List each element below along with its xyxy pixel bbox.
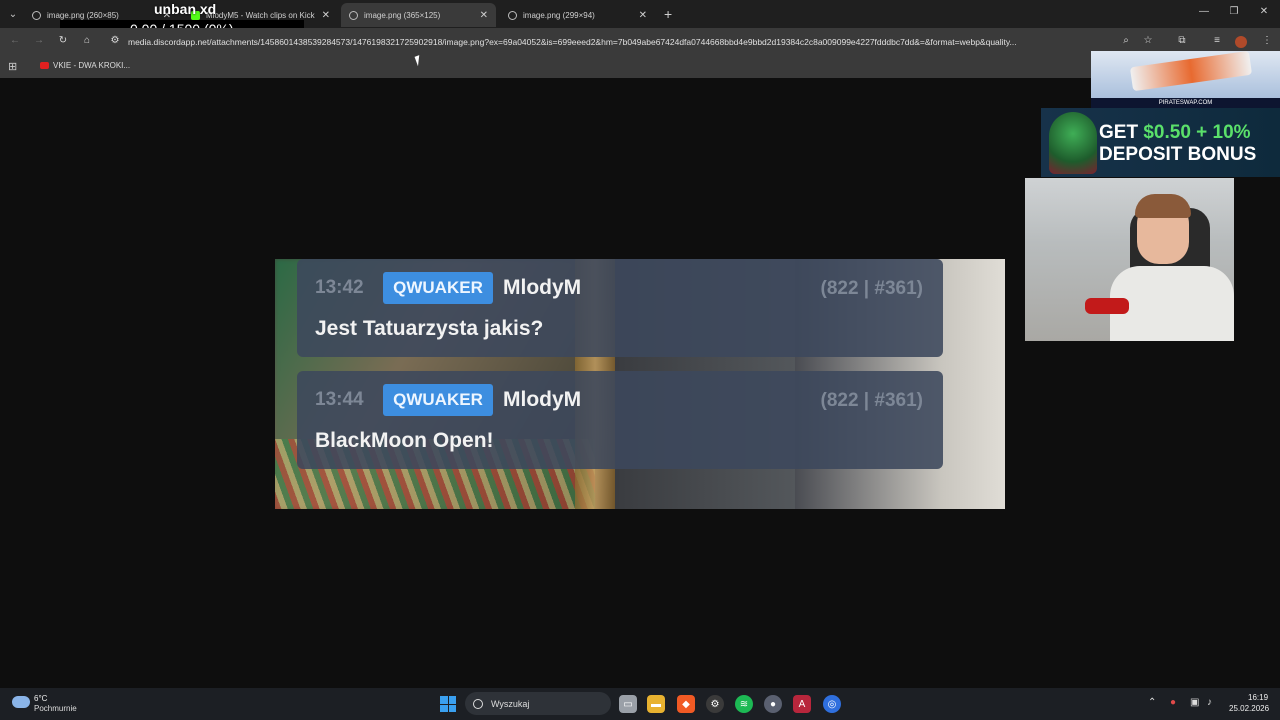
message-stat: (822 | #361) [820,278,924,299]
webcam-feed [1025,178,1234,341]
message-stat: (822 | #361) [820,390,924,411]
weather-desc[interactable]: Pochmurnie [34,704,77,713]
search-label: Wyszukaj [491,698,530,709]
microphone-icon[interactable]: ● [1170,697,1176,708]
chrome-icon[interactable]: ◎ [823,695,841,713]
close-icon[interactable]: ✕ [639,10,647,21]
message-time: 13:42 [315,277,364,298]
apps-grid-icon[interactable]: ⊞ [8,60,17,73]
app-a-icon[interactable]: A [793,695,811,713]
streamer-hair [1135,194,1191,218]
microphone [1085,298,1129,314]
ad-banner: GET $0.50 + 10% DEPOSIT BONUS [1041,108,1280,177]
taskbar-search[interactable]: Wyszukaj [465,692,611,715]
message-time: 13:44 [315,389,364,410]
bookmark-item[interactable]: VKIE - DWA KROKI... [53,61,130,70]
weapon-skin [1129,50,1253,92]
ad-line-2: DEPOSIT BONUS [1099,144,1257,165]
tab-image-365[interactable]: image.png (365×125) ✕ [341,3,496,27]
menu-icon[interactable]: ⋮ [1260,35,1274,46]
weather-temp[interactable]: 6°C [34,694,47,703]
media-control-icon[interactable]: ≡ [1210,35,1224,46]
brave-icon[interactable]: ◆ [677,695,695,713]
network-icon[interactable]: ▣ [1190,697,1199,708]
reload-icon[interactable]: ↻ [56,35,70,46]
tab-title: MlodyM5 - Watch clips on Kick [206,10,315,20]
extensions-icon[interactable]: ⧉ [1175,35,1189,46]
clock-time[interactable]: 16:19 [1248,693,1268,702]
restore-icon[interactable]: ❐ [1224,6,1244,17]
url-field[interactable]: media.discordapp.net/attachments/1458601… [128,37,1108,47]
message-text: BlackMoon Open! [315,429,494,452]
cloud-icon[interactable] [12,696,30,708]
task-view-icon[interactable]: ▭ [619,695,637,713]
message-username: MlodyM [503,276,582,299]
back-icon[interactable]: ← [8,35,22,46]
youtube-icon [40,62,49,69]
ad-amount: $0.50 + 10% [1143,122,1251,143]
home-icon[interactable]: ⌂ [80,35,94,46]
message-text: Jest Tatuarzysta jakis? [315,317,544,340]
displayed-image: 13:42 QWUAKER MlodyM (822 | #361) Jest T… [275,259,1005,509]
tab-title: image.png (260×85) [47,10,119,20]
ad-skin-image: PIRATESWAP.COM [1091,50,1280,108]
player-tag: QWUAKER [383,272,493,304]
minimize-icon[interactable]: — [1194,6,1214,17]
volume-icon[interactable]: ♪ [1207,697,1212,708]
tab-title: image.png (365×125) [364,10,441,20]
chat-message: 13:42 QWUAKER MlodyM (822 | #361) Jest T… [297,259,943,357]
tab-search-chevron-icon[interactable]: ⌄ [4,5,22,23]
obs-icon[interactable]: ● [764,695,782,713]
globe-icon [349,10,358,20]
close-icon[interactable]: ✕ [480,10,488,21]
forward-icon[interactable]: → [32,35,46,46]
ad-brand: PIRATESWAP.COM [1091,98,1280,108]
overlay-title: unban xd [154,1,217,17]
settings-gear-icon[interactable]: ⚙ [706,695,724,713]
globe-icon [508,10,517,20]
zoom-icon[interactable]: ⌕ [1119,35,1133,46]
close-icon[interactable]: ✕ [322,10,330,21]
tab-title: image.png (299×94) [523,10,595,20]
bookmarks-bar [0,56,1280,78]
search-icon [473,698,483,709]
taskbar [0,688,1280,720]
ad-line-1: GET $0.50 + 10% [1099,122,1251,144]
close-window-icon[interactable]: ✕ [1254,6,1274,17]
site-info-icon[interactable]: ⚙ [108,35,122,46]
chat-message: 13:44 QWUAKER MlodyM (822 | #361) BlackM… [297,371,943,469]
chevron-up-icon[interactable]: ⌃ [1148,697,1156,708]
globe-icon [32,10,41,20]
profile-avatar[interactable] [1235,36,1247,48]
ad-line-1-prefix: GET [1099,122,1144,143]
file-explorer-icon[interactable]: ▬ [647,695,665,713]
tab-image-299[interactable]: image.png (299×94) ✕ [500,3,655,27]
new-tab-button[interactable]: + [664,6,672,22]
bookmark-star-icon[interactable]: ☆ [1141,35,1155,46]
message-username: MlodyM [503,388,582,411]
clock-date[interactable]: 25.02.2026 [1229,704,1269,713]
start-windows-icon[interactable] [440,696,456,712]
spotify-icon[interactable]: ≋ [735,695,753,713]
mascot-image [1049,112,1097,174]
player-tag: QWUAKER [383,384,493,416]
